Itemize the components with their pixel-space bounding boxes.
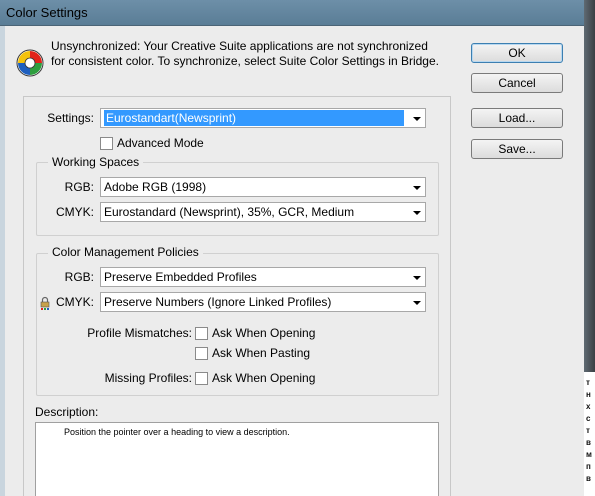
missing-ask-opening-checkbox[interactable]: Ask When Opening — [195, 371, 315, 385]
cancel-button[interactable]: Cancel — [471, 73, 563, 93]
profile-mismatches-label: Profile Mismatches: — [87, 326, 192, 340]
checkbox-box[interactable] — [195, 326, 208, 340]
chevron-down-icon — [413, 301, 421, 305]
policy-rgb-dropdown[interactable]: Preserve Embedded Profiles — [100, 267, 426, 287]
working-rgb-dropdown[interactable]: Adobe RGB (1998) — [100, 177, 426, 197]
chevron-down-icon — [413, 117, 421, 121]
description-label: Description: — [35, 405, 99, 419]
window-title: Color Settings — [6, 5, 88, 20]
chevron-down-icon — [413, 211, 421, 215]
settings-selected-value: Eurostandart(Newsprint) — [104, 110, 404, 126]
policy-rgb-label: RGB: — [64, 270, 94, 284]
sync-warning-line-2: for consistent color. To synchronize, se… — [51, 54, 439, 68]
description-box: Position the pointer over a heading to v… — [35, 422, 439, 496]
working-cmyk-value: Eurostandard (Newsprint), 35%, GCR, Medi… — [104, 205, 355, 219]
mismatch-ask-pasting-checkbox[interactable]: Ask When Pasting — [195, 346, 310, 360]
policies-title: Color Management Policies — [48, 245, 203, 259]
mismatch-ask-pasting-label: Ask When Pasting — [212, 346, 311, 360]
policy-cmyk-label: CMYK: — [55, 295, 94, 309]
checkbox-box[interactable] — [195, 371, 208, 385]
background-document-strip: тнх ств мпв — [584, 372, 595, 496]
settings-label: Settings: — [47, 111, 94, 125]
save-button[interactable]: Save... — [471, 139, 563, 159]
color-sync-icon — [16, 49, 44, 77]
chevron-down-icon — [413, 186, 421, 190]
policy-cmyk-dropdown[interactable]: Preserve Numbers (Ignore Linked Profiles… — [100, 292, 426, 312]
mismatch-ask-opening-label: Ask When Opening — [212, 326, 316, 340]
sync-warning-line-1: Unsynchronized: Your Creative Suite appl… — [51, 39, 428, 53]
title-bar: Color Settings — [0, 0, 590, 26]
chevron-down-icon — [413, 276, 421, 280]
checkbox-box[interactable] — [100, 136, 113, 150]
description-text: Position the pointer over a heading to v… — [64, 427, 290, 437]
working-spaces-title: Working Spaces — [48, 155, 144, 169]
settings-dropdown[interactable]: Eurostandart(Newsprint) — [100, 108, 426, 128]
working-cmyk-label: CMYK: — [55, 205, 94, 219]
working-cmyk-dropdown[interactable]: Eurostandard (Newsprint), 35%, GCR, Medi… — [100, 202, 426, 222]
working-rgb-value: Adobe RGB (1998) — [104, 180, 207, 194]
advanced-mode-label: Advanced Mode — [117, 136, 204, 150]
missing-ask-opening-label: Ask When Opening — [212, 371, 316, 385]
sync-warning-message: Unsynchronized: Your Creative Suite appl… — [51, 39, 461, 69]
missing-profiles-label: Missing Profiles: — [104, 371, 192, 385]
working-spaces-group — [36, 162, 439, 236]
load-button[interactable]: Load... — [471, 108, 563, 128]
working-rgb-label: RGB: — [64, 180, 94, 194]
advanced-mode-checkbox[interactable]: Advanced Mode — [100, 136, 204, 150]
ok-button[interactable]: OK — [471, 43, 563, 63]
policy-cmyk-value: Preserve Numbers (Ignore Linked Profiles… — [104, 295, 332, 309]
mismatch-ask-opening-checkbox[interactable]: Ask When Opening — [195, 326, 315, 340]
checkbox-box[interactable] — [195, 346, 208, 360]
policy-rgb-value: Preserve Embedded Profiles — [104, 270, 257, 284]
